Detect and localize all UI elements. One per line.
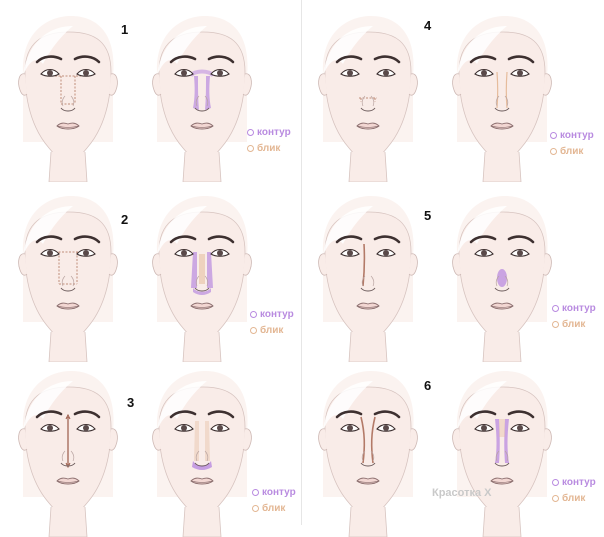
legend-item-highlight: блик xyxy=(550,143,594,159)
highlight-swatch-icon xyxy=(247,144,254,152)
legend: контур блик xyxy=(250,306,294,338)
legend-item-highlight: блик xyxy=(252,500,296,516)
contour-swatch-icon xyxy=(550,131,557,139)
face-diagram-contour xyxy=(137,192,267,362)
legend-item-highlight: блик xyxy=(250,322,294,338)
legend-label-contour: контур xyxy=(560,129,594,141)
face-diagram-contour xyxy=(137,367,267,537)
watermark: Красотка Х xyxy=(432,487,492,499)
legend-item-contour: контур xyxy=(550,127,594,143)
panel-number: 6 xyxy=(424,378,432,393)
legend-label-contour: контур xyxy=(262,486,296,498)
legend: контур блик xyxy=(552,300,596,332)
highlight-swatch-icon xyxy=(550,147,557,155)
legend-item-highlight: блик xyxy=(552,316,596,332)
legend: контур блик xyxy=(247,124,291,156)
face-diagram-guide xyxy=(303,367,433,537)
legend-label-highlight: блик xyxy=(560,145,584,157)
panel-number: 3 xyxy=(127,395,135,410)
legend-item-contour: контур xyxy=(250,306,294,322)
face-diagram-contour xyxy=(437,192,567,362)
column-divider xyxy=(301,0,302,525)
legend-label-highlight: блик xyxy=(262,502,286,514)
legend-label-highlight: блик xyxy=(257,142,281,154)
contour-swatch-icon xyxy=(247,128,254,136)
legend-label-contour: контур xyxy=(257,126,291,138)
panel-number: 1 xyxy=(121,22,129,37)
legend-item-contour: контур xyxy=(247,124,291,140)
legend-label-contour: контур xyxy=(562,302,596,314)
face-diagram-contour xyxy=(137,12,267,182)
legend-item-contour: контур xyxy=(552,300,596,316)
legend: контур блик xyxy=(252,484,296,516)
legend-item-contour: контур xyxy=(252,484,296,500)
contour-swatch-icon xyxy=(552,304,559,312)
legend-label-contour: контур xyxy=(260,308,294,320)
face-diagram-guide xyxy=(303,192,433,362)
face-diagram-contour xyxy=(437,12,567,182)
contour-swatch-icon xyxy=(252,488,259,496)
contour-swatch-icon xyxy=(250,310,257,318)
highlight-swatch-icon xyxy=(252,504,259,512)
legend-label-highlight: блик xyxy=(260,324,284,336)
legend: контур блик xyxy=(552,474,596,506)
legend-item-highlight: блик xyxy=(552,490,596,506)
legend-item-contour: контур xyxy=(552,474,596,490)
legend-label-highlight: блик xyxy=(562,318,586,330)
face-diagram-guide xyxy=(3,12,133,182)
face-diagram-guide xyxy=(3,367,133,537)
panel-number: 4 xyxy=(424,18,432,33)
legend: контур блик xyxy=(550,127,594,159)
legend-label-contour: контур xyxy=(562,476,596,488)
face-diagram-guide xyxy=(303,12,433,182)
panel-number: 5 xyxy=(424,208,432,223)
highlight-swatch-icon xyxy=(250,326,257,334)
contour-swatch-icon xyxy=(552,478,559,486)
face-diagram-contour xyxy=(437,367,567,537)
highlight-swatch-icon xyxy=(552,320,559,328)
face-diagram-guide xyxy=(3,192,133,362)
highlight-swatch-icon xyxy=(552,494,559,502)
legend-label-highlight: блик xyxy=(562,492,586,504)
legend-item-highlight: блик xyxy=(247,140,291,156)
panel-number: 2 xyxy=(121,212,129,227)
